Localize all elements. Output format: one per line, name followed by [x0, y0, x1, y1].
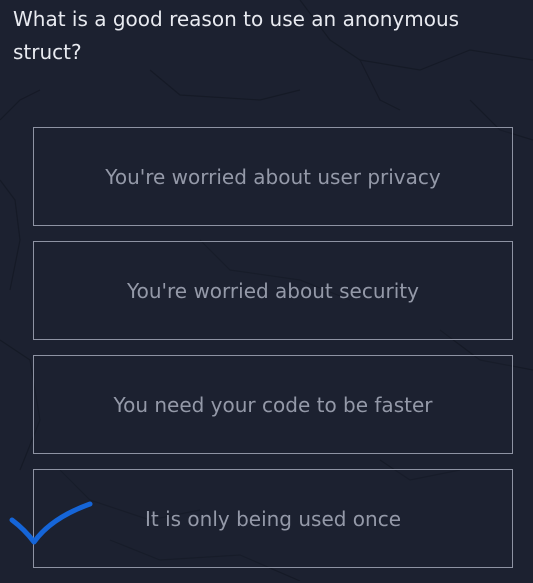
answer-options: You're worried about user privacy You're… [33, 127, 513, 583]
answer-option-label: You need your code to be faster [113, 392, 433, 417]
answer-option-label: You're worried about user privacy [105, 164, 441, 189]
answer-option-1[interactable]: You're worried about user privacy [33, 127, 513, 226]
answer-option-label: It is only being used once [144, 506, 402, 531]
checkmark-icon [9, 501, 93, 545]
answer-option-label: You're worried about security [127, 278, 419, 303]
question-text: What is a good reason to use an anonymou… [13, 7, 460, 64]
answer-option-4[interactable]: It is only being used once [33, 469, 513, 568]
answer-option-3[interactable]: You need your code to be faster [33, 355, 513, 454]
answer-option-2[interactable]: You're worried about security [33, 241, 513, 340]
